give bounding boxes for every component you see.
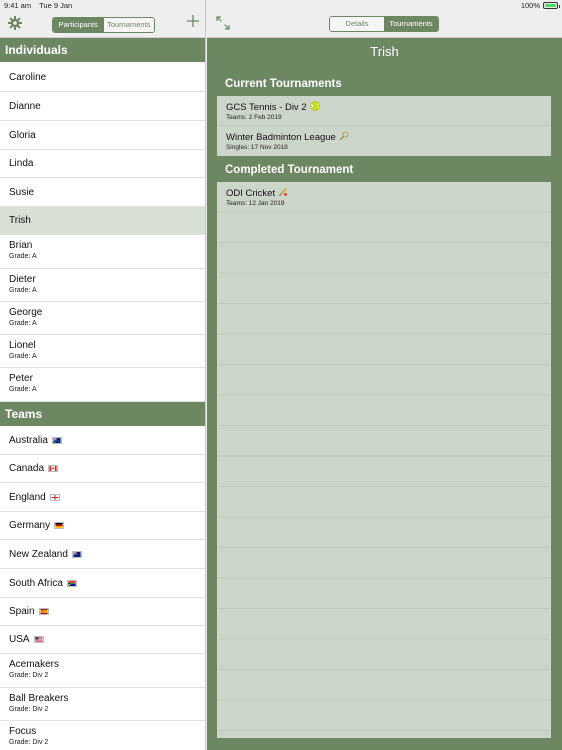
status-date: Tue 9 Jan: [39, 1, 73, 10]
list-item-name: Caroline: [9, 72, 47, 83]
list-item-name: George: [9, 307, 43, 318]
list-item[interactable]: Germany: [0, 512, 205, 540]
south-africa-flag-icon: [66, 580, 77, 587]
current-tournaments-card: GCS Tennis - Div 2 Teams: 2 Feb 2019 Win…: [217, 96, 551, 156]
list-item-name: Trish: [9, 215, 31, 226]
segment-details[interactable]: Details: [330, 17, 384, 31]
list-item[interactable]: Trish: [0, 207, 205, 235]
list-item[interactable]: George Grade: A: [0, 302, 205, 335]
usa-flag-icon: [33, 636, 44, 643]
battery-percentage: 100%: [520, 1, 540, 10]
list-item-name: Spain: [9, 606, 35, 617]
england-flag-icon: [49, 494, 60, 501]
list-item-name: Brian: [9, 240, 33, 251]
list-item-name: Focus: [9, 726, 37, 737]
list-item[interactable]: Peter Grade: A: [0, 368, 205, 402]
australia-flag-icon: [51, 437, 62, 444]
list-item[interactable]: Dianne: [0, 92, 205, 121]
detail-pane: Details Tournaments Trish Current Tourna…: [207, 0, 562, 750]
list-item-grade: Grade: A: [9, 353, 37, 360]
tournament-item[interactable]: Winter Badminton League Singles: 17 Nov …: [217, 126, 551, 156]
details-tournaments-segmented-control: Details Tournaments: [329, 16, 439, 32]
list-item-grade: Grade: A: [9, 320, 37, 327]
list-item-grade: Grade: A: [9, 386, 37, 393]
list-item-name: Gloria: [9, 130, 36, 141]
list-item[interactable]: Lionel Grade: A: [0, 335, 205, 368]
list-item[interactable]: South Africa: [0, 569, 205, 598]
list-item-grade: Grade: Div 2: [9, 739, 49, 746]
individuals-section-header: Individuals: [0, 38, 205, 62]
participants-tournaments-segmented-control: Participants Tournaments: [52, 17, 155, 33]
tournament-name: Winter Badminton League: [226, 132, 336, 143]
list-item-name: New Zealand: [9, 549, 68, 560]
list-item[interactable]: Susie: [0, 178, 205, 207]
list-item[interactable]: Acemakers Grade: Div 2: [0, 654, 205, 688]
list-item[interactable]: Gloria: [0, 121, 205, 150]
list-item[interactable]: Australia: [0, 427, 205, 455]
tournament-name: GCS Tennis - Div 2: [226, 102, 307, 113]
list-item-name: England: [9, 492, 46, 503]
canada-flag-icon: [48, 465, 59, 472]
list-item-name: Linda: [9, 158, 34, 169]
list-item-grade: Grade: Div 2: [9, 672, 49, 679]
list-item[interactable]: Canada: [0, 455, 205, 483]
list-item-name: Australia: [9, 435, 48, 446]
list-item[interactable]: England: [0, 483, 205, 512]
list-item-name: Lionel: [9, 340, 36, 351]
segment-tournaments-detail[interactable]: Tournaments: [384, 17, 438, 31]
completed-tournament-header: Completed Tournament: [225, 164, 354, 176]
cricket-icon: [279, 187, 288, 196]
list-item[interactable]: Ball Breakers Grade: Div 2: [0, 688, 205, 721]
list-item[interactable]: New Zealand: [0, 540, 205, 569]
list-item-name: USA: [9, 634, 30, 645]
list-item[interactable]: Spain: [0, 598, 205, 626]
list-item-name: Acemakers: [9, 659, 60, 670]
list-item[interactable]: Brian Grade: A: [0, 235, 205, 269]
tournament-subtitle: Singles: 17 Nov 2018: [226, 144, 288, 151]
tennis-ball-icon: [309, 101, 320, 111]
list-item-grade: Grade: A: [9, 253, 37, 260]
germany-flag-icon: [54, 522, 65, 529]
segment-tournaments[interactable]: Tournaments: [103, 18, 154, 32]
teams-section-header: Teams: [0, 402, 205, 426]
list-item[interactable]: Focus Grade: Div 2: [0, 721, 205, 750]
list-item[interactable]: Linda: [0, 150, 205, 178]
list-item-name: Peter: [9, 373, 33, 384]
participant-title: Trish: [370, 44, 399, 59]
tournament-subtitle: Teams: 12 Jan 2019: [226, 200, 285, 207]
list-item-grade: Grade: A: [9, 287, 37, 294]
list-item-name: Dieter: [9, 274, 36, 285]
list-item-name: South Africa: [9, 578, 63, 589]
tournament-subtitle: Teams: 2 Feb 2019: [226, 114, 282, 121]
tournament-item[interactable]: ODI Cricket Teams: 12 Jan 2019: [217, 182, 551, 212]
list-item-name: Ball Breakers: [9, 693, 69, 704]
participants-pane: Participants Tournaments Individuals Car…: [0, 0, 206, 750]
tournament-name: ODI Cricket: [226, 188, 276, 199]
status-bar: 9:41 am Tue 9 Jan 100%: [0, 0, 562, 11]
plus-icon[interactable]: [185, 14, 201, 30]
segment-participants[interactable]: Participants: [53, 18, 104, 32]
list-item-name: Dianne: [9, 101, 41, 112]
list-item[interactable]: Dieter Grade: A: [0, 269, 205, 302]
spain-flag-icon: [38, 608, 49, 615]
gear-icon[interactable]: [7, 15, 23, 31]
new-zealand-flag-icon: [71, 551, 82, 558]
list-item-name: Canada: [9, 463, 45, 474]
list-item[interactable]: USA: [0, 626, 205, 654]
current-tournaments-header: Current Tournaments: [225, 78, 342, 90]
status-time: 9:41 am: [4, 1, 32, 10]
tournament-item[interactable]: GCS Tennis - Div 2 Teams: 2 Feb 2019: [217, 96, 551, 126]
badminton-icon: [339, 131, 349, 141]
list-item-name: Susie: [9, 187, 35, 198]
list-item-grade: Grade: Div 2: [9, 706, 49, 713]
completed-tournaments-card: ODI Cricket Teams: 12 Jan 2019: [217, 182, 551, 738]
expand-arrows-icon[interactable]: [216, 16, 230, 30]
list-item[interactable]: Caroline: [0, 63, 205, 92]
battery-icon: [543, 2, 560, 9]
list-item-name: Germany: [9, 520, 51, 531]
